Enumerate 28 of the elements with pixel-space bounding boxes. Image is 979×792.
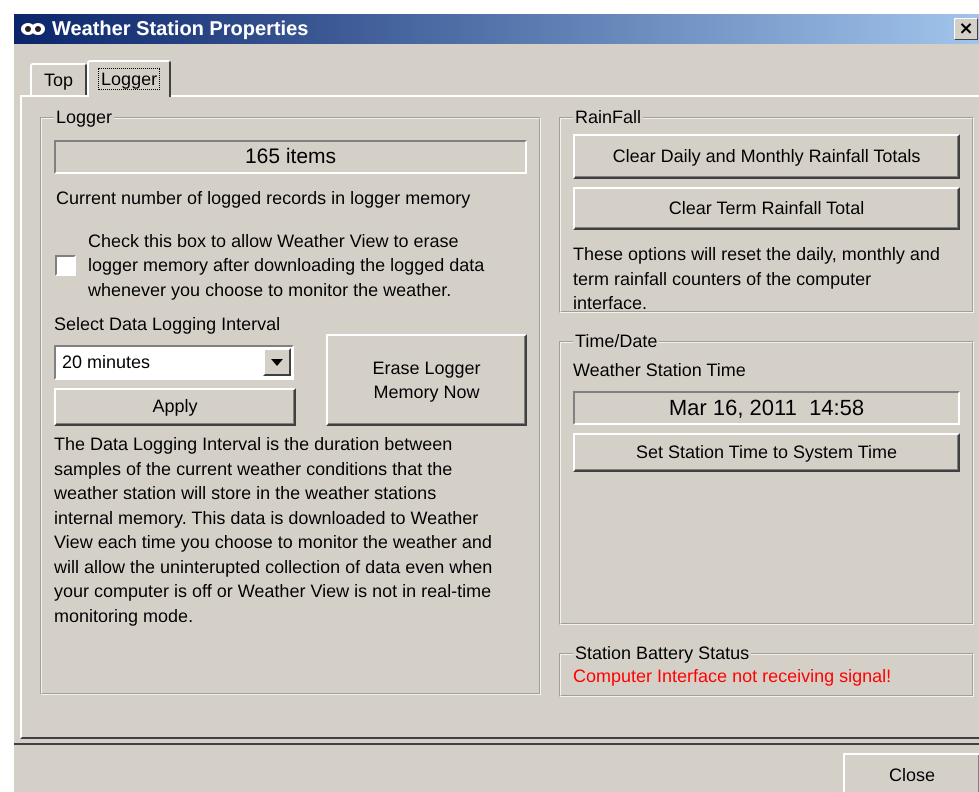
rainfall-note: These options will reset the daily, monthly and term rainfall counters of the computer interface. xyxy=(573,243,941,315)
dropdown-arrow-button[interactable] xyxy=(263,348,291,376)
checkbox-label: Check this box to allow Weather View to erase logger memory after downloading the logged data whenever you choose to monitor the weather. xyxy=(88,230,486,302)
battery-status: Computer Interface not receiving signal! xyxy=(573,665,892,688)
set-time-button[interactable]: Set Station Time to System Time xyxy=(573,432,960,472)
apply-button[interactable]: Apply xyxy=(54,388,296,426)
station-time-label: Weather Station Time xyxy=(573,359,747,382)
close-dialog-button[interactable]: Close xyxy=(843,753,979,792)
rainfall-button[interactable]: Clear Term Rainfall Total xyxy=(573,187,960,230)
weather-logo-icon xyxy=(20,20,46,38)
window-title: Weather Station Properties xyxy=(52,18,308,40)
group-title: Station Battery Status xyxy=(574,643,750,664)
group-title: Time/Date xyxy=(574,331,658,352)
rainfall-button[interactable]: Clear Daily and Monthly Rainfall Totals xyxy=(573,134,960,179)
tab[interactable]: Logger xyxy=(87,60,172,97)
group-title: RainFall xyxy=(574,107,642,128)
group-title: Logger xyxy=(55,107,114,128)
interval-description: The Data Logging Interval is the duration between samples of the current weather conditions that the weather station will store in the weather stations internal memory. This data is downloaded to Weather View each time you choose to monitor the weather and will allow the uninterupted collection of data even when your computer is off or Weather View is not in real-time monitoring mode. xyxy=(54,433,494,628)
erase-memory-button[interactable]: Erase Logger Memory Now xyxy=(326,334,527,426)
count-caption: Current number of logged records in logger memory xyxy=(56,187,472,210)
close-button[interactable]: × xyxy=(954,18,978,40)
erase-checkbox[interactable] xyxy=(55,254,76,276)
station-time-value: Mar 16, 2011 14:58 xyxy=(573,390,960,424)
record-count: 165 items xyxy=(54,140,527,174)
tab[interactable]: Top xyxy=(30,63,88,95)
interval-dropdown[interactable]: 20 minutes xyxy=(54,344,294,380)
caret-icon xyxy=(271,358,283,366)
interval-label: Select Data Logging Interval xyxy=(54,313,282,336)
